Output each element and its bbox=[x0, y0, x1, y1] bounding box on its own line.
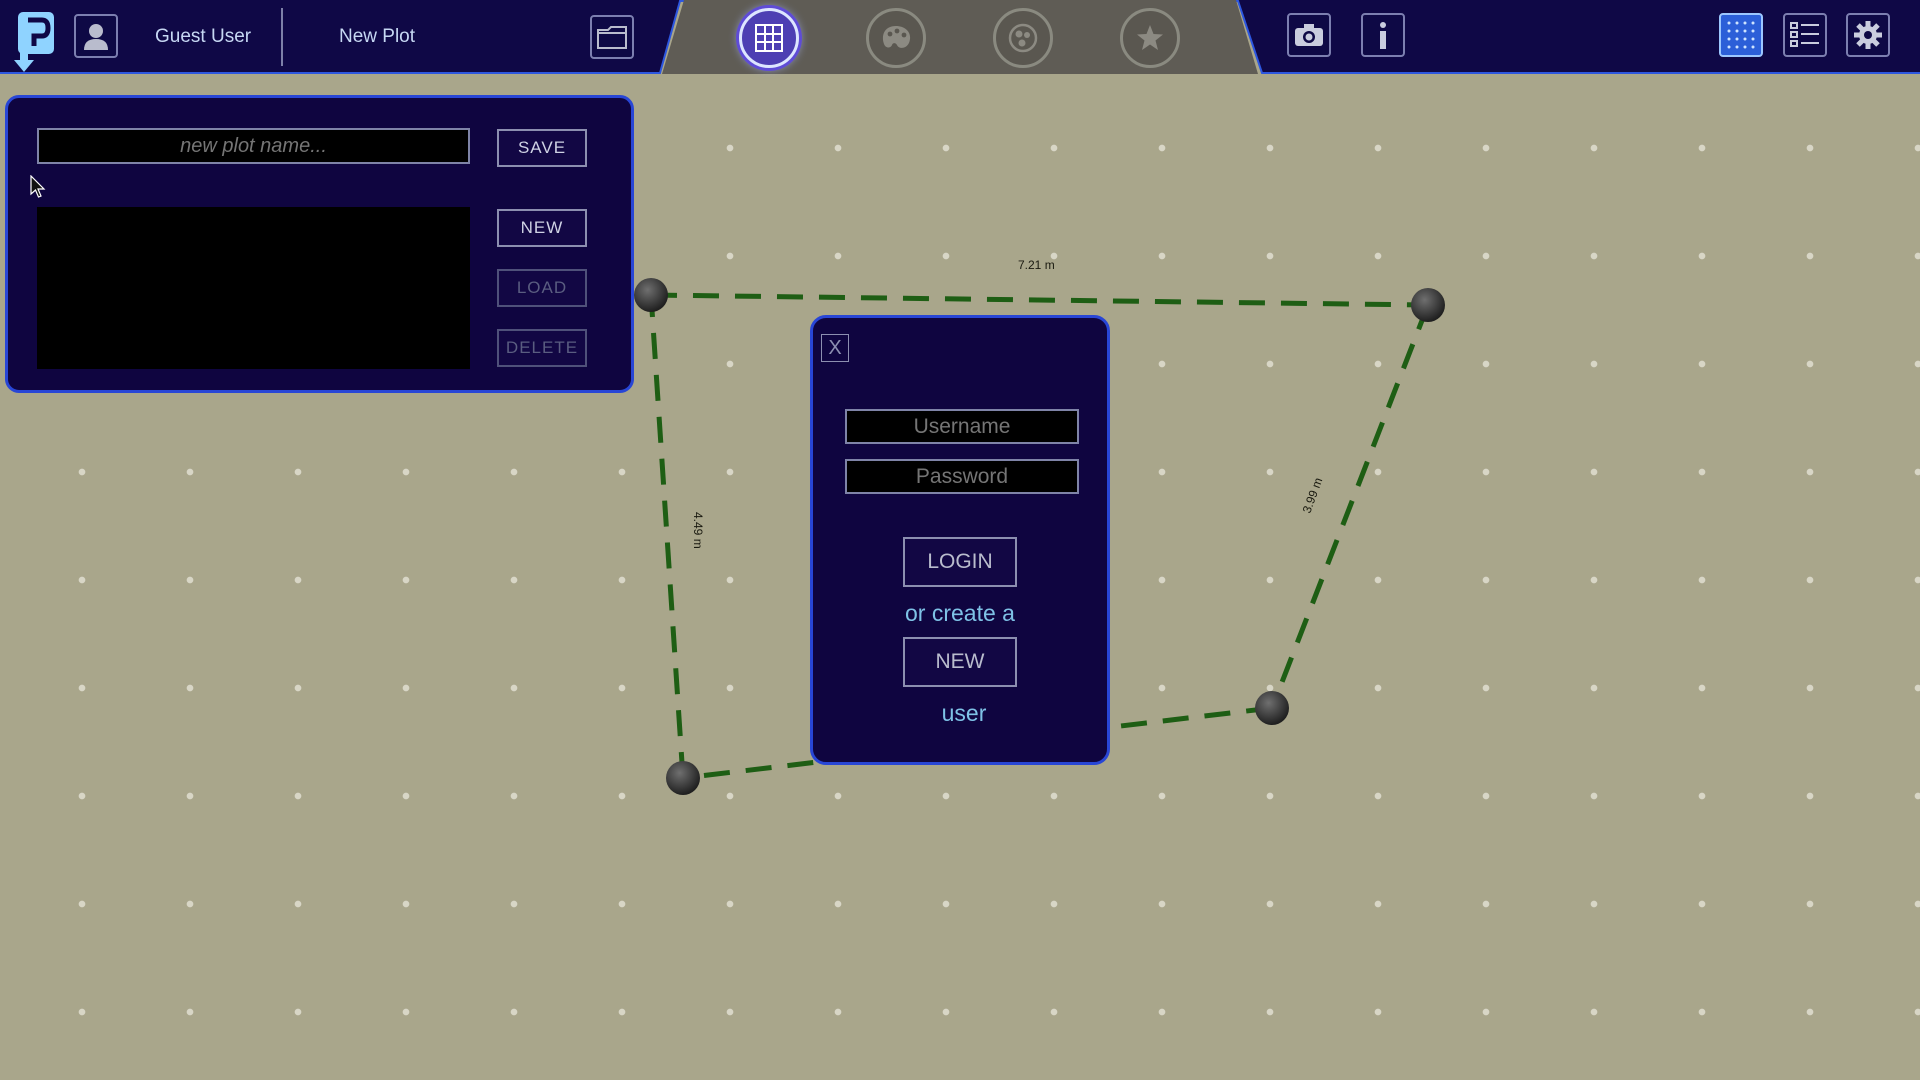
username-field[interactable] bbox=[845, 409, 1079, 444]
user-icon[interactable] bbox=[74, 14, 118, 58]
grid-icon bbox=[755, 24, 783, 52]
saved-plots-list[interactable] bbox=[37, 207, 470, 369]
palette-mode-button[interactable] bbox=[866, 8, 926, 68]
plants-mode-button[interactable] bbox=[993, 8, 1053, 68]
gear-icon[interactable] bbox=[1846, 13, 1890, 57]
vertex-handle[interactable] bbox=[666, 761, 700, 795]
vertex-handle[interactable] bbox=[1411, 288, 1445, 322]
measure-top: 7.21 m bbox=[1018, 258, 1055, 272]
new-user-button[interactable]: NEW bbox=[903, 637, 1017, 687]
plot-name-input[interactable] bbox=[37, 128, 470, 164]
plants-icon bbox=[1008, 23, 1038, 53]
plot-panel: SAVE NEW LOAD DELETE bbox=[5, 95, 634, 393]
vertex-handle[interactable] bbox=[1255, 691, 1289, 725]
delete-button[interactable]: DELETE bbox=[497, 329, 587, 367]
vertex-handle[interactable] bbox=[634, 278, 668, 312]
grid-mode-button[interactable] bbox=[739, 8, 799, 68]
login-dialog: X LOGIN or create a NEW user bbox=[810, 315, 1110, 765]
measure-right: 3.99 m bbox=[1300, 476, 1326, 515]
list-view-icon[interactable] bbox=[1783, 13, 1827, 57]
save-button[interactable]: SAVE bbox=[497, 129, 587, 167]
close-button[interactable]: X bbox=[821, 334, 849, 362]
grid-view-icon[interactable] bbox=[1719, 13, 1763, 57]
info-icon[interactable] bbox=[1361, 13, 1405, 57]
or-create-text: or create a bbox=[905, 600, 1015, 626]
boundary-edge-top bbox=[650, 292, 1429, 308]
plot-title[interactable]: New Plot bbox=[339, 26, 415, 48]
palette-icon bbox=[882, 26, 911, 48]
new-plot-button[interactable]: NEW bbox=[497, 209, 587, 247]
measure-left: 4.49 m bbox=[691, 512, 705, 549]
top-bar: Guest User New Plot bbox=[0, 0, 1920, 74]
password-field[interactable] bbox=[845, 459, 1079, 494]
user-name[interactable]: Guest User bbox=[155, 26, 251, 48]
boundary-edge-left bbox=[648, 294, 686, 779]
camera-icon[interactable] bbox=[1287, 13, 1331, 57]
logo-icon[interactable] bbox=[12, 10, 60, 72]
login-button[interactable]: LOGIN bbox=[903, 537, 1017, 587]
favorites-mode-button[interactable] bbox=[1120, 8, 1180, 68]
header-divider bbox=[281, 8, 283, 66]
boundary-edge-right bbox=[1269, 304, 1431, 709]
user-text: user bbox=[941, 700, 987, 726]
star-icon bbox=[1137, 25, 1163, 50]
cursor-icon bbox=[30, 175, 46, 198]
folder-icon[interactable] bbox=[590, 15, 634, 59]
load-button[interactable]: LOAD bbox=[497, 269, 587, 307]
